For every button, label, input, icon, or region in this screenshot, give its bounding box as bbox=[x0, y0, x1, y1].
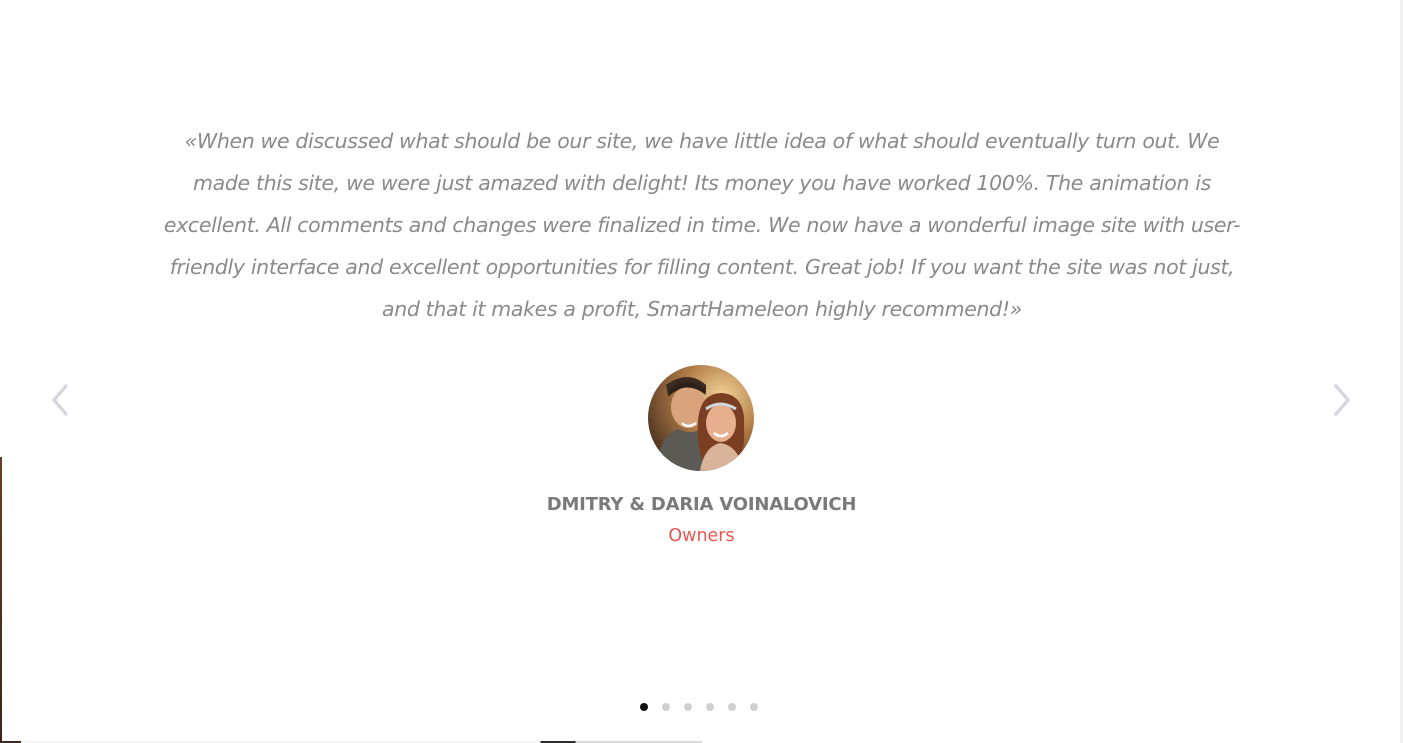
pagination-dot[interactable] bbox=[662, 703, 670, 711]
couple-photo-avatar bbox=[648, 365, 754, 471]
author-name: DMITRY & DARIA VOINALOVICH bbox=[546, 494, 857, 515]
pagination-dot[interactable] bbox=[750, 703, 758, 711]
testimonial-slider: «When we discussed what should be our si… bbox=[0, 0, 1403, 743]
testimonial-quote: «When we discussed what should be our si… bbox=[163, 129, 1241, 321]
pagination-dot[interactable] bbox=[684, 703, 692, 711]
author-avatar bbox=[648, 365, 754, 471]
chevron-right-icon bbox=[1334, 384, 1350, 416]
pagination-dot[interactable] bbox=[640, 703, 648, 711]
chevron-left-icon bbox=[52, 384, 68, 416]
author-role: Owners bbox=[668, 526, 735, 546]
pagination-dot[interactable] bbox=[706, 703, 714, 711]
slider-pagination bbox=[640, 703, 758, 711]
next-slide-button[interactable] bbox=[1322, 380, 1362, 420]
pagination-dot[interactable] bbox=[728, 703, 736, 711]
prev-slide-button[interactable] bbox=[40, 380, 80, 420]
